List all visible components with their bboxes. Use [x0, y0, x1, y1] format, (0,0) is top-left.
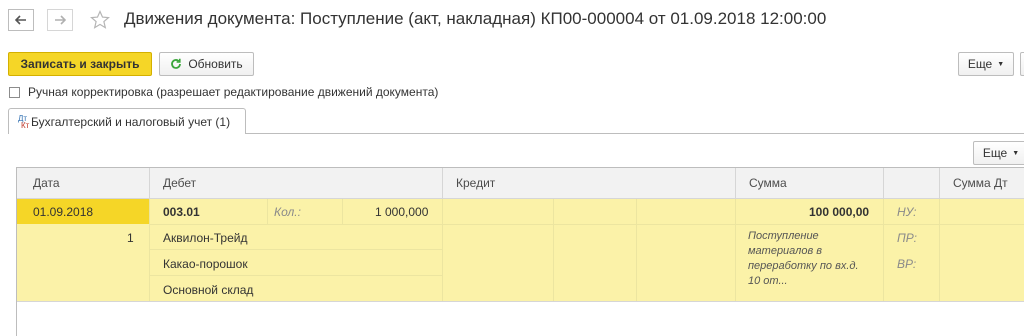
extra-button[interactable] — [1020, 52, 1024, 76]
more-button[interactable]: Еще ▼ — [958, 52, 1014, 76]
star-icon[interactable] — [90, 10, 110, 30]
row-comment: Поступление материалов в переработку по … — [748, 230, 859, 287]
grid-more-label: Еще — [982, 146, 1008, 160]
table-header: Дата Дебет Кредит Сумма Сумма Дт — [17, 168, 1024, 199]
window-title: Движения документа: Поступление (акт, на… — [124, 9, 827, 28]
grid-more-button[interactable]: Еще ▼ — [973, 141, 1024, 165]
refresh-icon — [171, 58, 182, 69]
manual-edit-checkbox[interactable] — [9, 87, 20, 98]
tax-label-pr: ПР: — [897, 231, 917, 245]
tab-accounting[interactable]: Дт Кт Бухгалтерский и налоговый учет (1) — [8, 108, 246, 134]
debit-subconto-1: Аквилон-Трейд — [163, 231, 248, 245]
refresh-label: Обновить — [188, 57, 243, 71]
debit-subconto-2: Какао-порошок — [163, 257, 248, 271]
tax-label-vr: ВР: — [897, 257, 917, 271]
arrow-left-icon — [15, 15, 26, 25]
col-credit[interactable]: Кредит — [456, 176, 495, 190]
save-and-close-button[interactable]: Записать и закрыть — [8, 52, 152, 76]
arrow-right-icon — [55, 15, 66, 25]
col-debit[interactable]: Дебет — [163, 176, 196, 190]
back-button[interactable] — [8, 9, 34, 31]
forward-button[interactable] — [47, 9, 73, 31]
dropdown-arrow-icon: ▼ — [1012, 149, 1020, 157]
row-date: 01.09.2018 — [33, 205, 94, 219]
dt-kt-icon: Дт Кт — [18, 114, 30, 130]
col-sum-dt[interactable]: Сумма Дт — [953, 176, 1008, 190]
col-sum[interactable]: Сумма — [749, 176, 787, 190]
more-label: Еще — [967, 57, 993, 71]
qty-label: Кол.: — [274, 205, 301, 219]
postings-table[interactable]: Дата Дебет Кредит Сумма Сумма Дт 01.09.2… — [16, 167, 1024, 336]
refresh-button[interactable]: Обновить — [159, 52, 254, 76]
col-date[interactable]: Дата — [33, 176, 60, 190]
row-line-number: 1 — [127, 231, 134, 245]
dropdown-arrow-icon: ▼ — [997, 60, 1005, 68]
tax-label-nu: НУ: — [897, 205, 917, 219]
tab-accounting-label: Бухгалтерский и налоговый учет (1) — [31, 115, 231, 129]
row-sum: 100 000,00 — [809, 205, 870, 219]
debit-subconto-3: Основной склад — [163, 283, 254, 297]
debit-account: 003.01 — [163, 205, 200, 219]
manual-edit-label: Ручная корректировка (разрешает редактир… — [28, 85, 439, 99]
qty-value: 1 000,000 — [375, 205, 429, 219]
